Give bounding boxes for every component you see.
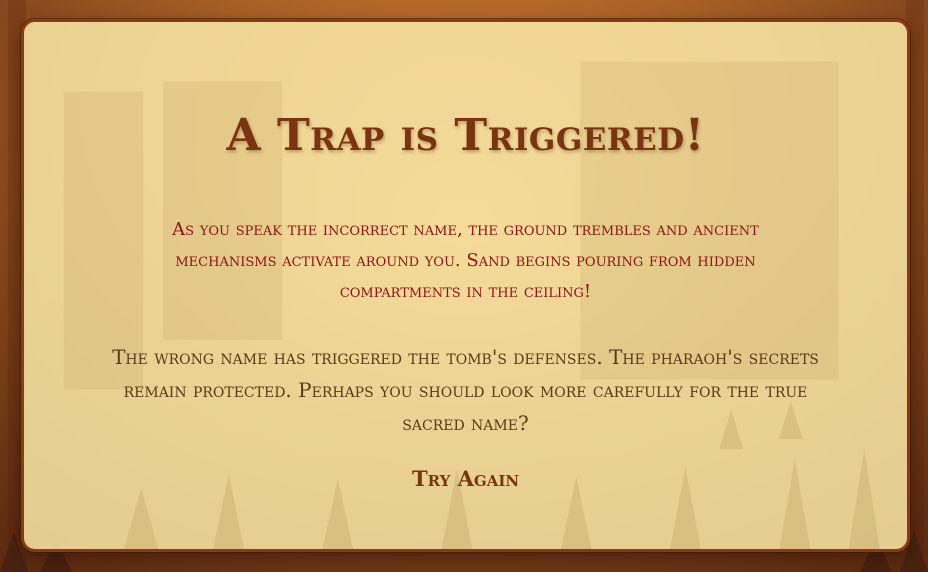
trap-message-text: The wrong name has triggered the tomb's …: [112, 345, 819, 435]
trap-dialog: A Trap is Triggered! As you speak the in…: [21, 19, 910, 552]
trap-warning-text: As you speak the incorrect name, the gro…: [172, 219, 759, 302]
try-again-button[interactable]: Try Again: [404, 462, 527, 495]
dialog-title: A Trap is Triggered!: [226, 110, 705, 161]
